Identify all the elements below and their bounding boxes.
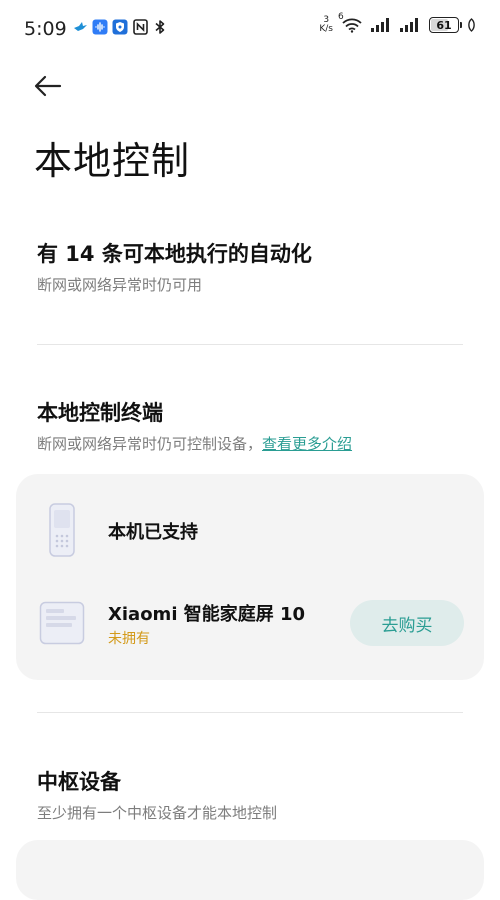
back-button[interactable] [30, 68, 66, 104]
status-notification-icons [72, 19, 168, 35]
back-arrow-icon [34, 75, 62, 97]
automation-title: 有 14 条可本地执行的自动化 [37, 242, 312, 266]
nfc-icon [132, 19, 148, 35]
signal-icon [400, 17, 422, 33]
buy-button[interactable]: 去购买 [350, 600, 464, 646]
bird-icon [72, 19, 88, 35]
smart-display-icon [38, 600, 86, 646]
local-terminal-subtitle-text: 断网或网络异常时仍可控制设备， [37, 435, 263, 453]
phone-icon [46, 500, 78, 560]
wifi-icon: 6 [338, 12, 364, 33]
bluetooth-icon [152, 19, 168, 35]
hub-card [16, 840, 484, 900]
status-time: 5:09 [24, 18, 67, 40]
leaf-icon [466, 17, 476, 33]
device-name: Xiaomi 智能家庭屏 10 [108, 604, 306, 625]
status-system-icons: 3 K/s 6 61 [319, 12, 476, 34]
signal-icon [371, 17, 393, 33]
device-card: 本机已支持 Xiaomi 智能家庭屏 10 未拥有 去购买 [16, 474, 484, 680]
automation-subtitle: 断网或网络异常时仍可用 [37, 276, 203, 294]
battery-level: 61 [436, 18, 452, 32]
local-terminal-section: 本地控制终端 断网或网络异常时仍可控制设备，查看更多介绍 [37, 397, 467, 454]
status-bar: 5:09 3 K/s 6 61 [0, 0, 500, 58]
device-row: 本机已支持 [16, 500, 484, 560]
page-title: 本地控制 [34, 139, 191, 183]
voice-icon [92, 19, 108, 35]
wifi-badge: 6 [338, 12, 344, 22]
local-terminal-title: 本地控制终端 [37, 401, 163, 425]
network-speed: 3 K/s [319, 16, 333, 34]
device-name: 本机已支持 [108, 522, 198, 543]
device-row: Xiaomi 智能家庭屏 10 未拥有 去购买 [16, 594, 484, 654]
hub-title: 中枢设备 [37, 770, 121, 794]
more-info-link[interactable]: 查看更多介绍 [262, 435, 352, 453]
network-speed-unit: K/s [319, 24, 333, 34]
hub-subtitle: 至少拥有一个中枢设备才能本地控制 [37, 804, 278, 822]
automation-section[interactable]: 有 14 条可本地执行的自动化 断网或网络异常时仍可用 [37, 238, 467, 295]
divider [37, 344, 463, 345]
shield-icon [112, 19, 128, 35]
local-terminal-subtitle: 断网或网络异常时仍可控制设备，查看更多介绍 [37, 433, 467, 454]
divider [37, 712, 463, 713]
device-status: 未拥有 [108, 631, 150, 647]
hub-section: 中枢设备 至少拥有一个中枢设备才能本地控制 [37, 766, 467, 823]
battery-icon: 61 [429, 17, 462, 33]
